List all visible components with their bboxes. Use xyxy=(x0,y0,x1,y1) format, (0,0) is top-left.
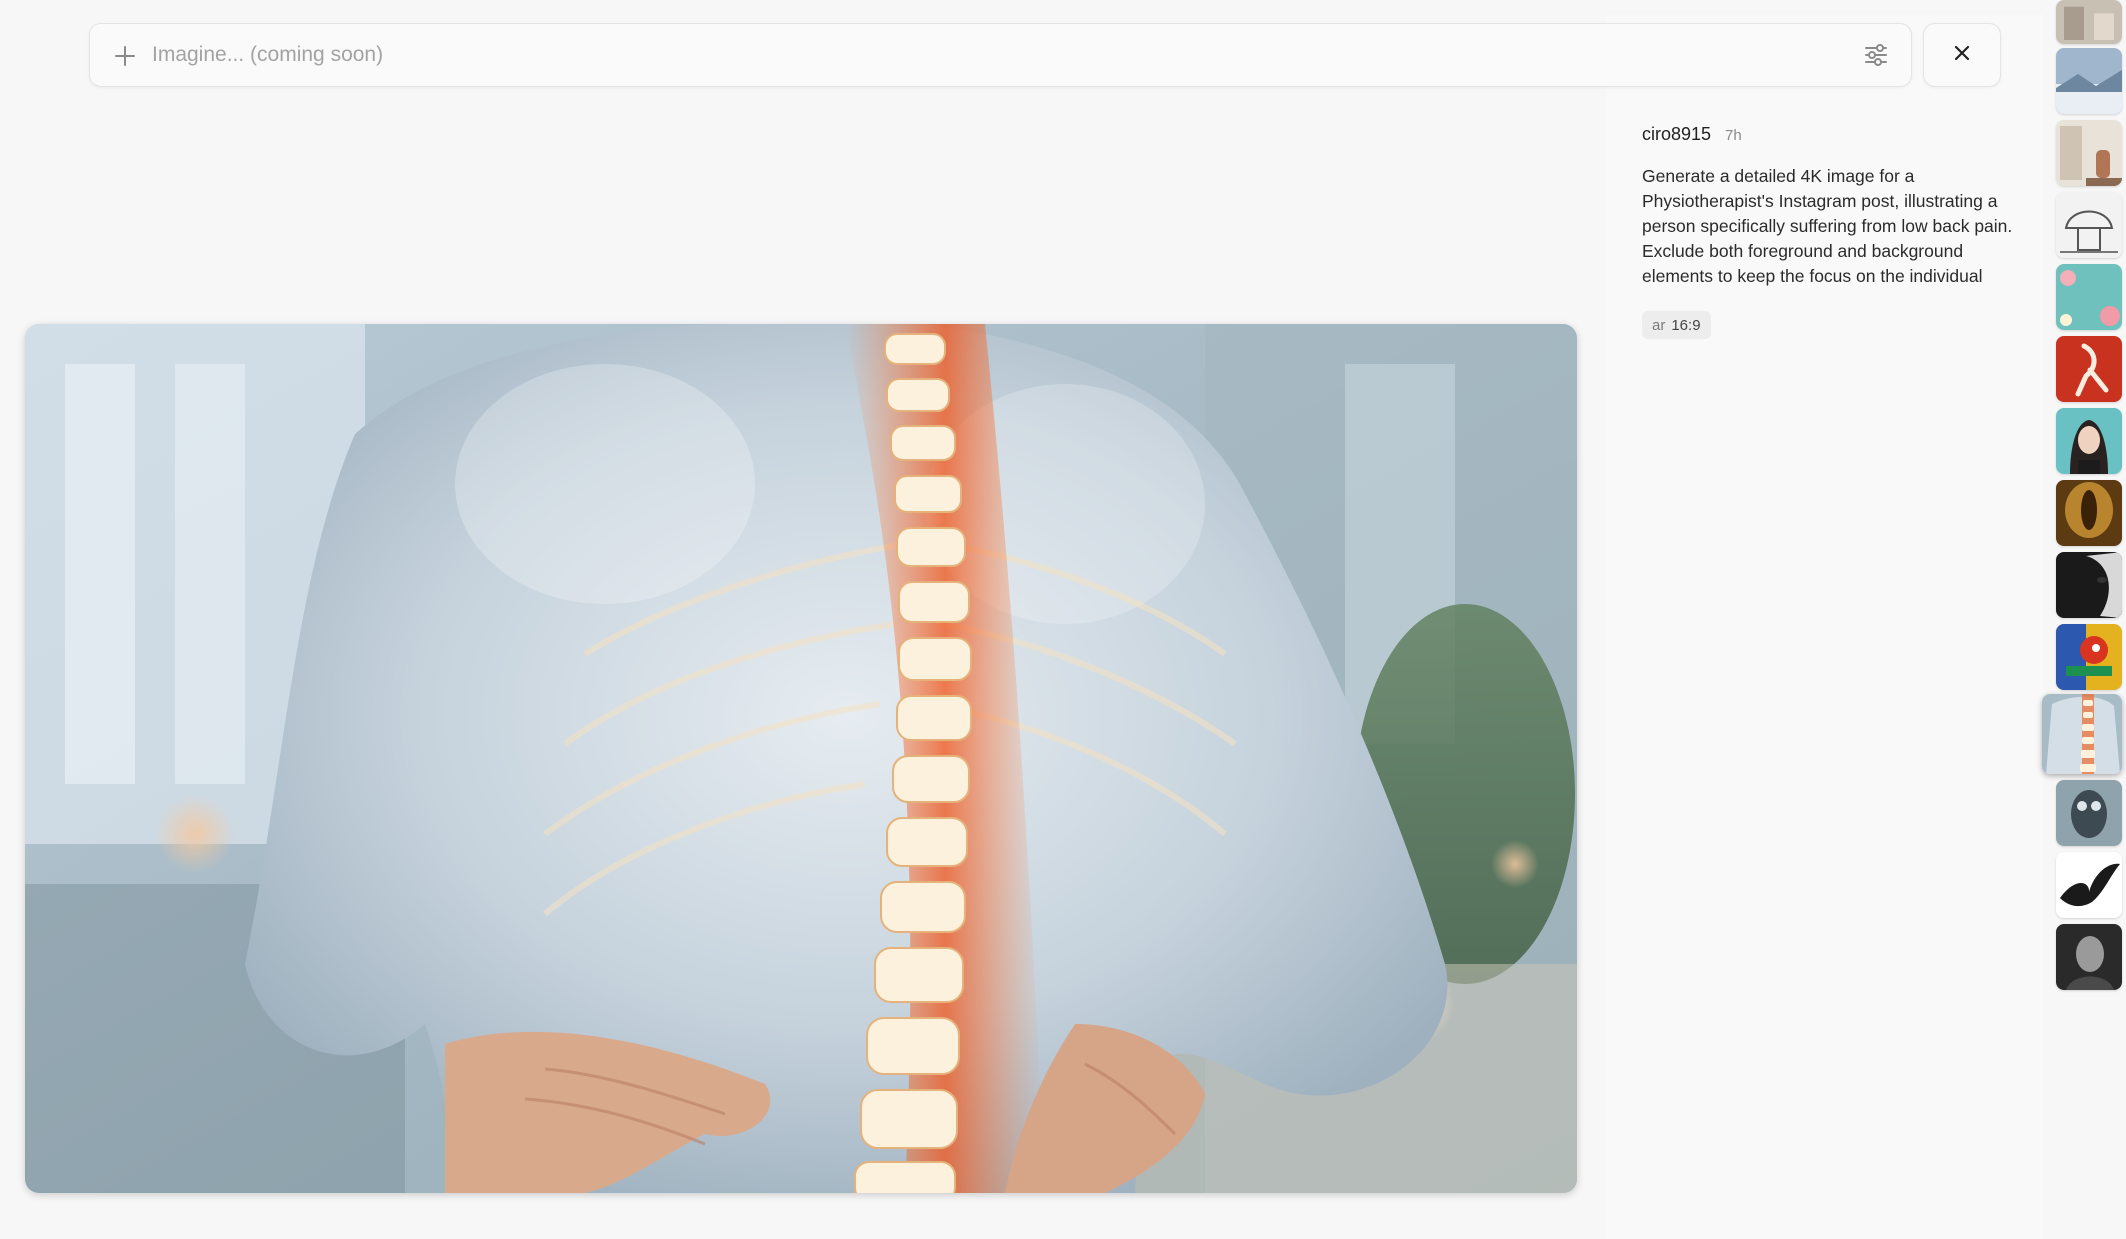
thumbnail-colorful-dragon-mural[interactable] xyxy=(2056,624,2122,690)
author-row: ciro8915 7h xyxy=(1642,124,1742,145)
param-value: 16:9 xyxy=(1671,316,1701,334)
author-name[interactable]: ciro8915 xyxy=(1642,124,1711,145)
thumbnail-golden-figure[interactable] xyxy=(2056,480,2122,546)
thumbnail-portrait-woman[interactable] xyxy=(2056,408,2122,474)
timestamp: 7h xyxy=(1725,127,1742,144)
thumbnail-bw-portrait[interactable] xyxy=(2056,924,2122,990)
thumbnail-teal-floral[interactable] xyxy=(2056,264,2122,330)
prompt-text: Generate a detailed 4K image for a Physi… xyxy=(1642,166,2013,286)
thumbnail-red-figure-illustration[interactable] xyxy=(2056,336,2122,402)
sliders-icon[interactable] xyxy=(1861,40,1891,70)
thumbnail-room-interior[interactable] xyxy=(2056,0,2122,44)
close-button[interactable] xyxy=(1923,23,2001,87)
thumbnail-interior-vase[interactable] xyxy=(2056,120,2122,186)
param-key: ar xyxy=(1652,316,1666,334)
thumbnail-owl-painting[interactable] xyxy=(2056,780,2122,846)
thumbnail-snowy-landscape[interactable] xyxy=(2056,48,2122,114)
thumbnail-back-pain-spine[interactable] xyxy=(2042,694,2122,774)
close-icon xyxy=(1952,43,1972,68)
imagine-bar xyxy=(89,23,1912,87)
plus-icon[interactable] xyxy=(112,43,138,69)
thumbnail-mushroom-house-sketch[interactable] xyxy=(2056,192,2122,258)
generated-image[interactable] xyxy=(25,324,1577,1193)
thumbnail-black-bird[interactable] xyxy=(2056,852,2122,918)
aspect-ratio-chip: ar 16:9 xyxy=(1642,311,1711,339)
imagine-input[interactable] xyxy=(152,24,1792,86)
thumbnail-bw-face[interactable] xyxy=(2056,552,2122,618)
